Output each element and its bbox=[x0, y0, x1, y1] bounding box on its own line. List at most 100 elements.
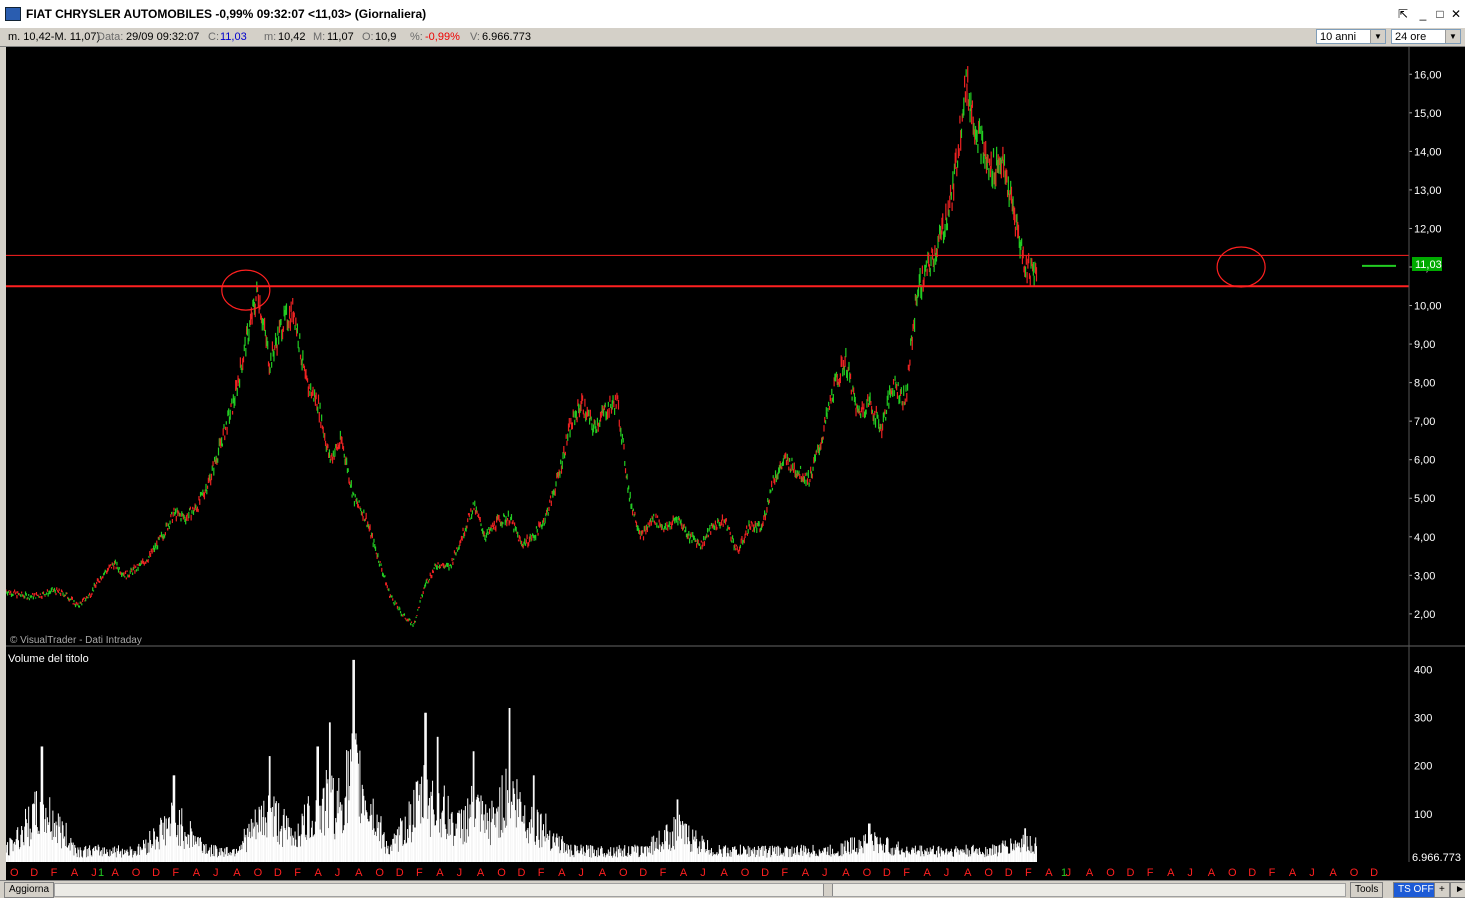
open-value: 10,9 bbox=[375, 31, 397, 43]
month-label: A bbox=[721, 867, 729, 879]
price-tick-label: 3,00 bbox=[1414, 570, 1435, 582]
month-label: O bbox=[741, 867, 750, 879]
price-tick-label: 4,00 bbox=[1414, 532, 1435, 544]
minimize-button[interactable]: _ bbox=[1415, 6, 1431, 22]
volume-label: V: bbox=[470, 31, 480, 43]
close-button[interactable]: ✕ bbox=[1448, 6, 1464, 22]
open-label: O: bbox=[362, 31, 374, 43]
month-label: O bbox=[375, 867, 384, 879]
month-label: F bbox=[172, 867, 179, 879]
pct-value: -0,99% bbox=[425, 31, 460, 43]
month-label: D bbox=[152, 867, 160, 879]
horizontal-scrollbar[interactable] bbox=[54, 883, 1346, 897]
month-label: A bbox=[1289, 867, 1297, 879]
period-select[interactable]: 10 anni ▼ bbox=[1316, 29, 1386, 44]
price-tick-label: 7,00 bbox=[1414, 416, 1435, 428]
month-label: A bbox=[315, 867, 323, 879]
min-value: 10,42 bbox=[278, 31, 306, 43]
month-label: J bbox=[822, 867, 828, 879]
month-label: A bbox=[802, 867, 810, 879]
month-label: D bbox=[30, 867, 38, 879]
chart-area[interactable]: 2,00 3,00 4,00 5,00 6,00 7,00 8,00 9,00 10,00 11,… bbox=[6, 47, 1465, 880]
month-label: F bbox=[294, 867, 301, 879]
volume-axis: 100 200 300 400 bbox=[1414, 664, 1432, 820]
month-label: F bbox=[51, 867, 58, 879]
month-label: O bbox=[254, 867, 263, 879]
month-label: A bbox=[193, 867, 201, 879]
close-label: C: bbox=[208, 31, 219, 43]
scroll-thumb[interactable] bbox=[823, 884, 833, 896]
maximize-button[interactable]: □ bbox=[1432, 6, 1448, 22]
month-label: J bbox=[944, 867, 950, 879]
month-label: A bbox=[842, 867, 850, 879]
month-label: A bbox=[964, 867, 972, 879]
month-label: J bbox=[457, 867, 463, 879]
month-label: O bbox=[619, 867, 628, 879]
volume-value: 6.966.773 bbox=[482, 31, 531, 43]
month-label: A bbox=[558, 867, 566, 879]
month-label: D bbox=[1127, 867, 1135, 879]
price-tick-label: 9,00 bbox=[1414, 339, 1435, 351]
month-label: D bbox=[1370, 867, 1378, 879]
volume-series bbox=[6, 659, 1037, 862]
month-label: J bbox=[91, 867, 97, 879]
window-titlebar: FIAT CHRYSLER AUTOMOBILES -0,99% 09:32:0… bbox=[0, 0, 1465, 29]
month-label: A bbox=[680, 867, 688, 879]
highlight-circles bbox=[221, 246, 1266, 311]
month-label: O bbox=[984, 867, 993, 879]
price-axis: 2,00 3,00 4,00 5,00 6,00 7,00 8,00 9,00 10,00 11,… bbox=[1409, 69, 1442, 621]
month-label: F bbox=[1269, 867, 1276, 879]
month-label: D bbox=[518, 867, 526, 879]
month-label: A bbox=[924, 867, 932, 879]
chevron-right-icon[interactable]: ► bbox=[1450, 882, 1465, 898]
interval-select[interactable]: 24 ore ▼ bbox=[1391, 29, 1461, 44]
price-tick-label: 16,00 bbox=[1414, 69, 1442, 81]
price-tick-label: 15,00 bbox=[1414, 108, 1442, 120]
plus-button[interactable]: + bbox=[1434, 882, 1450, 898]
statusbar: Aggiorna Tools TS OFF + ► bbox=[0, 880, 1465, 898]
highlight-circle bbox=[221, 269, 271, 311]
price-tick-label: 5,00 bbox=[1414, 493, 1435, 505]
support-resistance-lines bbox=[6, 254, 1409, 288]
refresh-button[interactable]: Aggiorna bbox=[4, 882, 55, 898]
price-tick-label: 8,00 bbox=[1414, 378, 1435, 390]
month-label: A bbox=[477, 867, 485, 879]
price-tick-label: 14,00 bbox=[1414, 146, 1442, 158]
month-label: J bbox=[213, 867, 219, 879]
month-label: J bbox=[700, 867, 706, 879]
max-label: M: bbox=[313, 31, 326, 43]
month-label: J bbox=[1187, 867, 1193, 879]
volume-tick-label: 300 bbox=[1414, 713, 1432, 725]
ts-off-button[interactable]: TS OFF bbox=[1393, 882, 1439, 898]
month-label: A bbox=[599, 867, 607, 879]
credit-text: © VisualTrader - Dati Intraday bbox=[10, 635, 142, 646]
price-tick-label: 12,00 bbox=[1414, 223, 1442, 235]
month-label: D bbox=[639, 867, 647, 879]
restore-icon[interactable]: ⇱ bbox=[1395, 6, 1411, 22]
month-label: A bbox=[112, 867, 120, 879]
month-label: O bbox=[1106, 867, 1115, 879]
data-label: Data: bbox=[97, 31, 124, 43]
month-label: D bbox=[883, 867, 891, 879]
month-label: F bbox=[416, 867, 423, 879]
quote-infobar: m. 10,42-M. 11,07) Data: 29/09 09:32:07 … bbox=[0, 28, 1465, 47]
pct-label: %: bbox=[410, 31, 423, 43]
month-label: A bbox=[233, 867, 241, 879]
month-label: A bbox=[1045, 867, 1053, 879]
last-volume-label: 6.966.773 bbox=[1412, 852, 1461, 864]
price-series bbox=[6, 66, 1396, 627]
volume-tick-label: 400 bbox=[1414, 664, 1432, 676]
price-tick-label: 2,00 bbox=[1414, 609, 1435, 621]
month-label: O bbox=[10, 867, 19, 879]
month-label: A bbox=[1330, 867, 1338, 879]
month-label: F bbox=[781, 867, 788, 879]
tools-button[interactable]: Tools bbox=[1350, 882, 1384, 898]
price-tick-label: 6,00 bbox=[1414, 455, 1435, 467]
year-marker: 1 bbox=[1061, 867, 1067, 879]
volume-title: Volume del titolo bbox=[8, 653, 89, 665]
month-label: F bbox=[538, 867, 545, 879]
year-marker: 1 bbox=[98, 867, 104, 879]
month-label: F bbox=[660, 867, 667, 879]
month-label: D bbox=[761, 867, 769, 879]
max-value: 11,07 bbox=[327, 31, 354, 43]
